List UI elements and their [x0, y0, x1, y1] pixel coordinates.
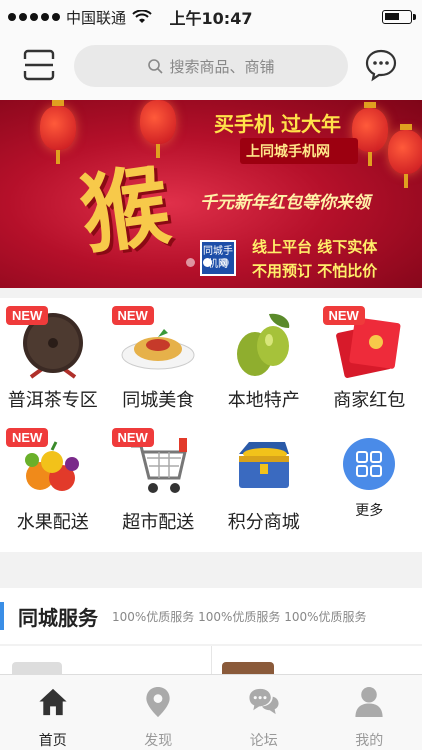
category-grid: NEW 普洱茶专区 NEW 同城美食 本地特产 NEW 商家红包 NEW 水果配… [0, 298, 422, 552]
section-subtitle: 100%优质服务 100%优质服务 100%优质服务 [112, 609, 367, 624]
category-puer-tea[interactable]: NEW 普洱茶专区 [0, 298, 106, 420]
pagination-dot[interactable] [220, 258, 229, 267]
tab-label: 论坛 [249, 733, 278, 749]
carrier-name: 中国联通 [66, 8, 127, 27]
app-screen: 中国联通 上午10:47 搜索商品、商铺 猴 买手机 过大年 上同城手机网 千元… [0, 0, 422, 750]
banner-tagline: 千元新年红包等你来领 [200, 193, 370, 213]
grid-more-icon [343, 438, 396, 490]
treasure-chest-icon [221, 430, 307, 504]
category-points-mall[interactable]: 积分商城 [211, 420, 317, 552]
banner-subheadline: 上同城手机网 [240, 138, 358, 164]
tab-label: 我的 [355, 733, 384, 749]
banner-line-price: 不用预订 不怕比价 [252, 262, 378, 280]
tab-label: 首页 [38, 733, 67, 749]
category-label: 积分商城 [227, 512, 300, 533]
wifi-icon [132, 10, 152, 23]
tab-discover[interactable]: 发现 [106, 675, 212, 750]
lantern-icon [40, 100, 76, 164]
category-label: 超市配送 [122, 512, 195, 533]
banner-line-online: 线上平台 线下实体 [252, 238, 378, 256]
new-badge: NEW [6, 428, 49, 447]
scan-icon[interactable] [22, 48, 56, 82]
section-accent-bar [0, 602, 4, 630]
new-badge: NEW [6, 306, 49, 325]
status-bar: 中国联通 上午10:47 [0, 0, 422, 34]
search-icon [148, 59, 164, 74]
new-badge: NEW [322, 306, 365, 325]
bottom-tab-bar: 首页 发现 论坛 我的 [0, 674, 422, 750]
category-red-envelope[interactable]: NEW 商家红包 [317, 298, 422, 420]
signal-strength-icon [8, 13, 60, 21]
category-label: 同城美食 [122, 390, 195, 411]
service-list-preview [0, 646, 422, 676]
pagination-dot[interactable] [186, 258, 195, 267]
banner-hou-character: 猴 [74, 152, 176, 268]
new-badge: NEW [111, 428, 154, 447]
message-icon[interactable] [364, 48, 398, 82]
tab-label: 发现 [144, 733, 173, 749]
olives-icon [221, 308, 307, 382]
banner-pagination[interactable] [186, 258, 229, 267]
category-label: 本地特产 [227, 390, 300, 411]
status-time: 上午10:47 [169, 9, 253, 28]
chat-bubble-icon [249, 688, 279, 715]
service-section-header: 同城服务 100%优质服务 100%优质服务 100%优质服务 [0, 588, 422, 644]
category-label: 商家红包 [333, 390, 406, 411]
category-local-specialty[interactable]: 本地特产 [211, 298, 317, 420]
divider [211, 646, 212, 676]
location-pin-icon [146, 686, 170, 718]
category-label: 更多 [355, 502, 384, 518]
lantern-icon [388, 124, 422, 188]
category-more[interactable]: 更多 [317, 420, 422, 552]
home-icon [39, 688, 67, 716]
banner-headline: 买手机 过大年 [214, 112, 341, 136]
tab-forum[interactable]: 论坛 [211, 675, 317, 750]
category-label: 普洱茶专区 [7, 390, 98, 411]
section-title: 同城服务 [18, 605, 98, 630]
search-input[interactable]: 搜索商品、商铺 [74, 45, 348, 87]
new-badge: NEW [111, 306, 154, 325]
search-placeholder: 搜索商品、商铺 [169, 57, 275, 76]
category-food[interactable]: NEW 同城美食 [106, 298, 212, 420]
tab-home[interactable]: 首页 [0, 675, 106, 750]
category-label: 水果配送 [16, 512, 89, 533]
pagination-dot-active[interactable] [203, 258, 212, 267]
top-header: 搜索商品、商铺 [0, 34, 422, 100]
battery-icon [382, 10, 416, 24]
tab-mine[interactable]: 我的 [317, 675, 422, 750]
category-fruit-delivery[interactable]: NEW 水果配送 [0, 420, 106, 552]
user-icon [355, 686, 383, 718]
category-supermarket-delivery[interactable]: NEW 超市配送 [106, 420, 212, 552]
